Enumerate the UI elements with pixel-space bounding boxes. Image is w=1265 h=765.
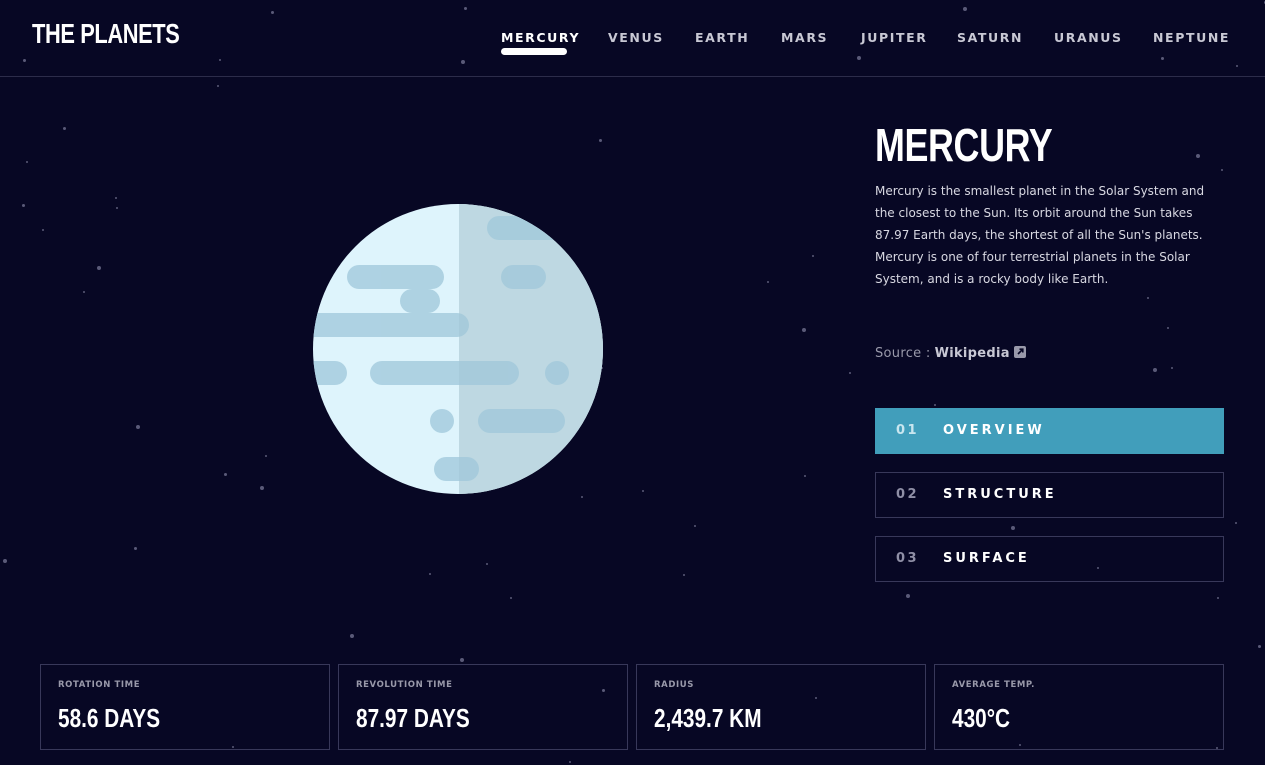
star-dot [133, 546, 137, 550]
star-dot [62, 126, 66, 130]
planet-title: MERCURY [875, 119, 1053, 171]
mercury-planet-icon [313, 204, 603, 494]
stat-value: 58.6 DAYS [58, 703, 161, 733]
page: THE PLANETS MERCURY VENUS EARTH MARS JUP… [0, 0, 1265, 765]
star-dot [510, 597, 512, 599]
tab-label: STRUCTURE [943, 487, 1057, 502]
stat-label: ROTATION TIME [58, 680, 141, 690]
star-dot [802, 328, 806, 332]
star-dot [429, 573, 431, 575]
stat-radius: RADIUS 2,439.7 KM [636, 664, 926, 750]
nav-item-venus[interactable]: VENUS [608, 30, 664, 45]
star-dot [97, 266, 101, 270]
nav-item-earth[interactable]: EARTH [695, 30, 749, 45]
stat-label: RADIUS [654, 680, 694, 690]
star-dot [642, 490, 644, 492]
nav-item-mars[interactable]: MARS [781, 30, 828, 45]
star-dot [1167, 327, 1169, 329]
stat-value: 2,439.7 KM [654, 703, 762, 733]
nav-item-saturn[interactable]: SATURN [957, 30, 1023, 45]
star-dot [217, 85, 219, 87]
star-dot [1147, 297, 1149, 299]
star-dot [934, 404, 936, 406]
star-dot [804, 475, 806, 477]
star-dot [683, 574, 685, 576]
stat-label: AVERAGE TEMP. [952, 680, 1036, 690]
nav-item-jupiter[interactable]: JUPITER [861, 30, 928, 45]
tab-number: 02 [896, 487, 920, 502]
star-dot [1196, 154, 1200, 158]
star-dot [42, 229, 44, 231]
star-dot [694, 525, 696, 527]
star-dot [83, 291, 85, 293]
nav-item-uranus[interactable]: URANUS [1054, 30, 1123, 45]
stat-revolution-time: REVOLUTION TIME 87.97 DAYS [338, 664, 628, 750]
tab-label: OVERVIEW [943, 423, 1045, 438]
active-nav-indicator [501, 48, 567, 55]
star-dot [260, 486, 264, 490]
star-dot [581, 496, 583, 498]
star-dot [21, 203, 25, 207]
star-dot [350, 634, 354, 638]
star-dot [1011, 526, 1015, 530]
star-dot [115, 197, 117, 199]
star-dot [1217, 597, 1219, 599]
star-dot [598, 138, 602, 142]
wikipedia-link[interactable]: Wikipedia [935, 346, 1010, 361]
stat-value: 430°C [952, 703, 1011, 733]
star-dot [1235, 522, 1237, 524]
nav-item-neptune[interactable]: NEPTUNE [1153, 30, 1230, 45]
source-label: Source : [875, 346, 931, 361]
star-dot [569, 761, 571, 763]
star-dot [116, 207, 118, 209]
planet-description: Mercury is the smallest planet in the So… [875, 184, 1205, 286]
external-link-icon[interactable] [1013, 346, 1026, 358]
stat-average-temp: AVERAGE TEMP. 430°C [934, 664, 1224, 750]
stat-value: 87.97 DAYS [356, 703, 470, 733]
site-header: THE PLANETS MERCURY VENUS EARTH MARS JUP… [0, 0, 1265, 77]
source-line: Source : Wikipedia [875, 346, 1026, 361]
star-dot [460, 658, 464, 662]
star-dot [265, 455, 267, 457]
planet-illustration [312, 203, 604, 495]
star-dot [136, 425, 140, 429]
star-dot [223, 472, 227, 476]
star-dot [26, 161, 28, 163]
tab-label: SURFACE [943, 551, 1030, 566]
star-dot [812, 255, 814, 257]
star-dot [1153, 368, 1157, 372]
tab-structure[interactable]: 02 STRUCTURE [875, 472, 1224, 518]
tab-number: 01 [896, 423, 920, 438]
star-dot [849, 372, 851, 374]
tab-overview[interactable]: 01 OVERVIEW [875, 408, 1224, 454]
star-dot [1257, 644, 1261, 648]
star-dot [486, 563, 488, 565]
stat-rotation-time: ROTATION TIME 58.6 DAYS [40, 664, 330, 750]
stat-label: REVOLUTION TIME [356, 680, 453, 690]
star-dot [1221, 169, 1223, 171]
nav-item-mercury[interactable]: MERCURY [501, 30, 580, 45]
tab-number: 03 [896, 551, 920, 566]
star-dot [3, 559, 7, 563]
star-dot [767, 281, 769, 283]
planet-nav: MERCURY VENUS EARTH MARS JUPITER SATURN … [0, 30, 1265, 60]
star-dot [906, 594, 910, 598]
star-dot [1171, 367, 1173, 369]
tab-surface[interactable]: 03 SURFACE [875, 536, 1224, 582]
